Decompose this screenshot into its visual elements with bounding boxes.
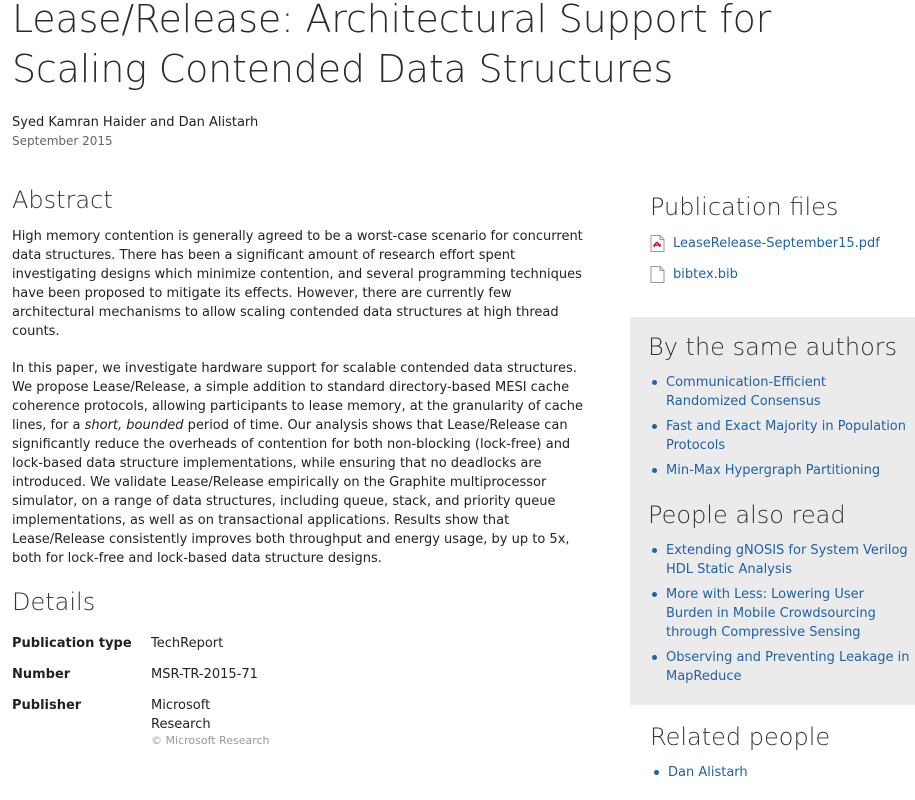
- page-title: Lease/Release: Architectural Support for…: [12, 0, 772, 91]
- detail-label: Publication type: [12, 636, 132, 651]
- list-item: More with Less: Lowering User Burden in …: [648, 585, 910, 642]
- file-item-pdf: LeaseRelease-September15.pdf: [650, 234, 900, 258]
- publication-link[interactable]: Extending gNOSIS for System Verilog HDL …: [666, 543, 908, 577]
- detail-value: MSR-TR-2015-71: [151, 667, 258, 682]
- copyright-text: © Microsoft Research: [151, 734, 270, 747]
- related-people-list: Dan Alistarh: [650, 763, 748, 782]
- detail-row-number: Number MSR-TR-2015-71: [12, 665, 312, 684]
- detail-value-group: Microsoft Research © Microsoft Research: [151, 696, 271, 748]
- abstract-body: High memory contention is generally agre…: [12, 227, 597, 586]
- list-item: Extending gNOSIS for System Verilog HDL …: [648, 541, 910, 579]
- publication-link[interactable]: Fast and Exact Majority in Population Pr…: [666, 419, 906, 453]
- detail-row-publisher: Publisher Microsoft Research © Microsoft…: [12, 696, 312, 748]
- person-link[interactable]: Dan Alistarh: [668, 765, 748, 780]
- detail-row-publication-type: Publication type TechReport: [12, 634, 312, 653]
- abstract-heading: Abstract: [12, 186, 113, 214]
- list-item: Min-Max Hypergraph Partitioning: [648, 461, 910, 480]
- publication-link[interactable]: Min-Max Hypergraph Partitioning: [666, 463, 880, 478]
- people-also-read-heading: People also read: [648, 501, 846, 529]
- list-item: Dan Alistarh: [650, 763, 748, 782]
- abstract-paragraph-2: In this paper, we investigate hardware s…: [12, 359, 597, 568]
- authors: Syed Kamran Haider and Dan Alistarh: [12, 115, 259, 130]
- list-item: Communication-Efficient Randomized Conse…: [648, 373, 910, 411]
- publication-date: September 2015: [12, 134, 113, 148]
- abstract-emphasis: short, bounded: [84, 418, 184, 433]
- publication-page: Lease/Release: Architectural Support for…: [0, 0, 915, 800]
- related-content-panel: By the same authors Communication-Effici…: [630, 317, 915, 705]
- detail-value: Microsoft Research: [151, 698, 211, 732]
- details-heading: Details: [12, 588, 96, 616]
- pdf-download-link[interactable]: LeaseRelease-September15.pdf: [673, 234, 880, 258]
- same-authors-list: Communication-Efficient Randomized Conse…: [648, 373, 910, 486]
- publication-link[interactable]: Observing and Preventing Leakage in MapR…: [666, 650, 910, 684]
- publication-link[interactable]: More with Less: Lowering User Burden in …: [666, 587, 876, 640]
- list-item: Observing and Preventing Leakage in MapR…: [648, 648, 910, 686]
- detail-value: TechReport: [151, 636, 224, 651]
- detail-label: Publisher: [12, 698, 82, 713]
- abstract-paragraph-1: High memory contention is generally agre…: [12, 229, 583, 339]
- bibtex-download-link[interactable]: bibtex.bib: [673, 265, 738, 289]
- publication-files: LeaseRelease-September15.pdf bibtex.bib: [650, 234, 900, 296]
- abstract-text: period of time. Our analysis shows that …: [12, 418, 571, 566]
- publication-files-heading: Publication files: [650, 193, 839, 221]
- details-table: Publication type TechReport Number MSR-T…: [12, 634, 312, 760]
- publication-link[interactable]: Communication-Efficient Randomized Conse…: [666, 375, 826, 409]
- file-item-bib: bibtex.bib: [650, 265, 900, 289]
- detail-label: Number: [12, 667, 71, 682]
- same-authors-heading: By the same authors: [648, 333, 898, 361]
- pdf-file-icon: [650, 234, 673, 258]
- related-people-heading: Related people: [650, 723, 831, 751]
- people-also-read-list: Extending gNOSIS for System Verilog HDL …: [648, 541, 910, 692]
- list-item: Fast and Exact Majority in Population Pr…: [648, 417, 910, 455]
- document-icon: [650, 265, 673, 289]
